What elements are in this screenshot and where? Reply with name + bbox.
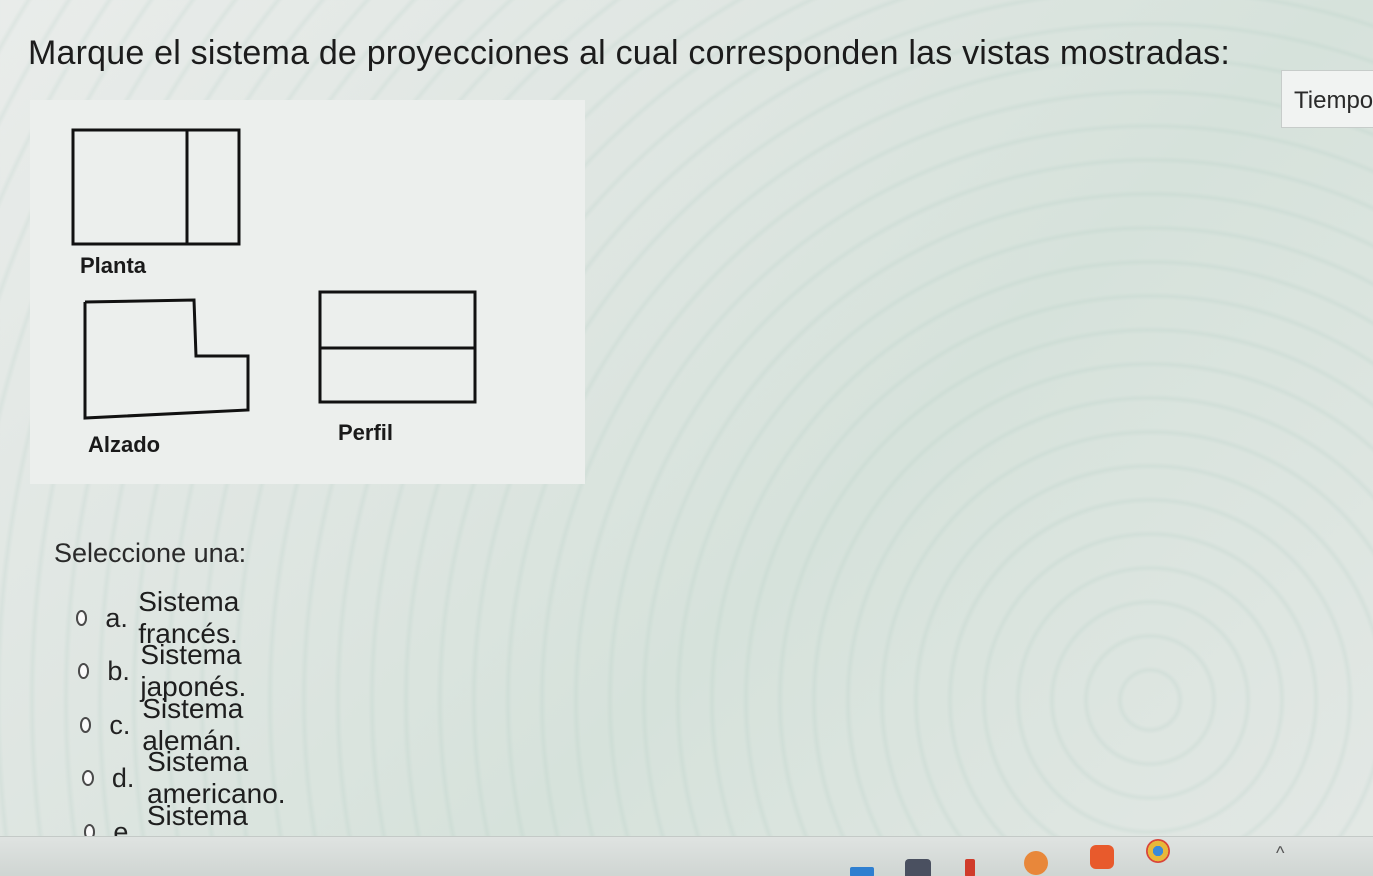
select-prompt: Seleccione una:	[54, 538, 247, 568]
projection-figure: Planta Alzado Perfil	[30, 100, 585, 484]
option-b-letter: b.	[107, 655, 130, 686]
alzado-label: Alzado	[88, 432, 161, 457]
timer-label: Tiempo	[1294, 87, 1373, 114]
app-icon[interactable]	[1024, 851, 1048, 875]
option-c[interactable]: c. Sistema alemán.	[80, 693, 269, 756]
option-c-letter: c.	[109, 709, 131, 740]
planta-view	[71, 128, 241, 246]
app-icon[interactable]	[905, 859, 931, 876]
radio-a[interactable]	[76, 610, 88, 626]
planta-label: Planta	[80, 253, 147, 278]
question-text: Marque el sistema de proyecciones al cua…	[28, 34, 1230, 72]
option-d[interactable]: d. Sistema americano.	[82, 746, 309, 809]
option-a[interactable]: a. Sistema francés.	[76, 586, 265, 649]
app-icon[interactable]	[850, 867, 874, 876]
taskbar: ^	[0, 836, 1373, 876]
perfil-view	[318, 290, 477, 404]
projection-views-drawing	[71, 128, 477, 420]
app-icon[interactable]	[965, 859, 975, 876]
radio-c[interactable]	[80, 717, 92, 733]
option-a-letter: a.	[105, 602, 128, 633]
brave-browser-icon[interactable]	[1090, 845, 1114, 869]
timer-box: Tiempo	[1281, 70, 1373, 128]
chrome-icon[interactable]	[1146, 839, 1170, 863]
option-b[interactable]: b. Sistema japonés.	[78, 639, 272, 702]
radio-b[interactable]	[78, 663, 90, 679]
perfil-label: Perfil	[338, 420, 394, 445]
chevron-up-icon[interactable]: ^	[1276, 843, 1284, 864]
radio-d[interactable]	[82, 770, 94, 786]
alzado-view	[83, 298, 250, 420]
option-d-letter: d.	[111, 762, 135, 793]
